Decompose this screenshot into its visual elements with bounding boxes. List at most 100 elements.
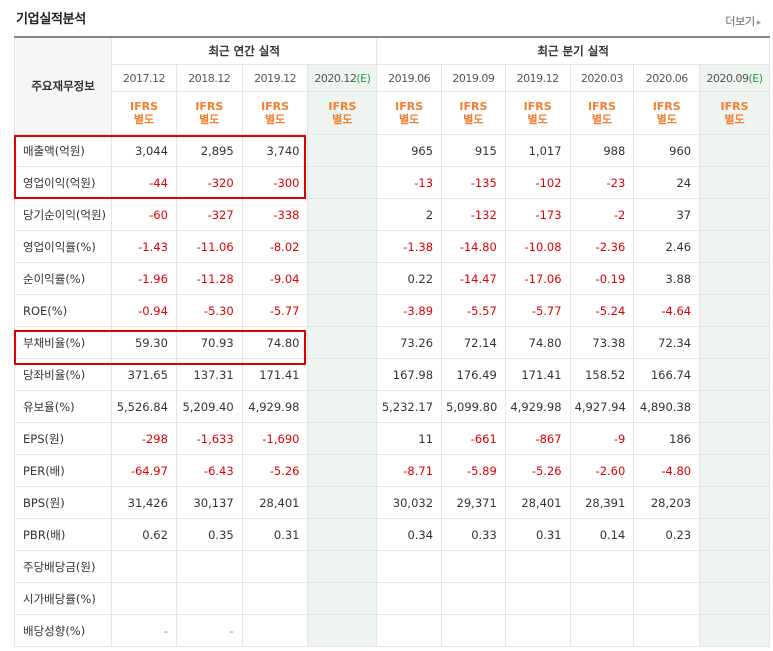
corner-header: 주요재무정보 <box>13 36 113 135</box>
more-link[interactable]: 더보기 ▸ <box>725 13 761 29</box>
table-cell: 5,099.80 <box>441 390 506 423</box>
table-cell: -3.89 <box>376 294 443 327</box>
table-cell: 31,426 <box>111 486 177 519</box>
period-label: 2020.09 <box>706 71 750 85</box>
table-cell: 5,232.17 <box>376 390 443 423</box>
table-cell <box>699 230 770 263</box>
table-cell <box>699 358 770 391</box>
table-cell: -1.96 <box>111 262 177 295</box>
table-cell: 2 <box>376 198 443 231</box>
table-cell <box>175 582 243 615</box>
table-cell: 915 <box>441 134 506 167</box>
period-header: 2019.12 <box>241 64 309 92</box>
section-title: 기업실적분석 <box>16 12 86 27</box>
standard-separate: 별도 <box>527 113 548 126</box>
table-cell: -2 <box>569 198 635 231</box>
table-cell: -2.60 <box>569 454 635 487</box>
table-cell: 5,209.40 <box>175 390 243 423</box>
table-cell: -64.97 <box>111 454 177 487</box>
table-cell <box>307 550 378 583</box>
table-cell <box>699 486 770 519</box>
table-cell <box>376 614 443 647</box>
row-label: 영업이익률(%) <box>13 230 113 263</box>
table-row: ROE(%) -0.94 -5.30 -5.77 -3.89 -5.57 -5.77 -5.2… <box>13 294 770 327</box>
table-cell: -5.26 <box>241 454 309 487</box>
table-cell: 37 <box>633 198 701 231</box>
standard-ifrs: IFRS <box>395 100 424 113</box>
table-cell: -0.94 <box>111 294 177 327</box>
period-label: 2018.12 <box>188 71 231 85</box>
table-cell <box>699 614 770 647</box>
table-cell <box>569 550 635 583</box>
table-cell: 29,371 <box>441 486 506 519</box>
table-cell: -5.26 <box>504 454 571 487</box>
table-cell: -9 <box>569 422 635 455</box>
table-cell <box>441 614 506 647</box>
period-header: 2018.12 <box>175 64 243 92</box>
row-label: EPS(원) <box>13 422 113 455</box>
table-cell: -338 <box>241 198 309 231</box>
standard-separate: 별도 <box>591 113 613 126</box>
table-cell: 2.46 <box>633 230 701 263</box>
table-cell: -867 <box>504 422 571 455</box>
standard-separate: 별도 <box>463 113 484 126</box>
table-cell: 0.62 <box>111 518 177 551</box>
standard-separate: 별도 <box>332 113 353 126</box>
estimate-marker: (E) <box>356 71 371 85</box>
table-cell: 0.22 <box>376 262 443 295</box>
table-cell <box>111 582 177 615</box>
table-row: 영업이익률(%) -1.43 -11.06 -8.02 -1.38 -14.80 -10.0… <box>13 230 770 263</box>
period-label: 2020.12 <box>314 71 357 85</box>
table-cell <box>307 326 378 359</box>
standard-header: IFRS 별도 <box>376 91 443 135</box>
table-cell: 4,890.38 <box>633 390 701 423</box>
standard-ifrs: IFRS <box>459 100 488 113</box>
table-cell: -17.06 <box>504 262 571 295</box>
row-label: 유보율(%) <box>13 390 113 423</box>
quarterly-group-header: 최근 분기 실적 <box>376 36 770 65</box>
table-cell <box>633 614 701 647</box>
highlight-box-debt-ratio <box>14 330 306 365</box>
standard-ifrs: IFRS <box>587 100 616 113</box>
table-cell <box>504 550 571 583</box>
table-cell: 0.33 <box>441 518 506 551</box>
table-cell <box>376 550 443 583</box>
table-cell <box>307 166 378 199</box>
table-cell: -5.24 <box>569 294 635 327</box>
row-label: ROE(%) <box>13 294 113 327</box>
table-cell: -173 <box>504 198 571 231</box>
table-cell: 11 <box>376 422 443 455</box>
table-cell <box>441 550 506 583</box>
table-cell: -4.64 <box>633 294 701 327</box>
table-cell: 4,927.94 <box>569 390 635 423</box>
table-cell <box>699 198 770 231</box>
table-cell <box>307 518 378 551</box>
table-cell: 158.52 <box>569 358 635 391</box>
table-cell <box>699 390 770 423</box>
table-cell: -327 <box>175 198 243 231</box>
table-cell <box>241 582 309 615</box>
period-header: 2020.06 <box>633 64 701 92</box>
table-row: BPS(원) 31,426 30,137 28,401 30,032 29,371 28,4… <box>13 486 770 519</box>
table-cell: 30,137 <box>175 486 243 519</box>
table-cell: - <box>111 614 177 647</box>
period-label: 2020.06 <box>645 71 689 85</box>
table-cell: -5.89 <box>441 454 506 487</box>
row-label: PBR(배) <box>13 518 113 551</box>
table-cell <box>699 326 770 359</box>
table-cell <box>307 198 378 231</box>
standard-separate: 별도 <box>399 113 420 126</box>
table-row: 시가배당률(%) <box>13 582 770 615</box>
standard-ifrs: IFRS <box>652 100 681 113</box>
table-cell: -11.06 <box>175 230 243 263</box>
table-cell: -8.02 <box>241 230 309 263</box>
table-cell <box>504 614 571 647</box>
table-cell: -13 <box>376 166 443 199</box>
row-label: 순이익률(%) <box>13 262 113 295</box>
table-cell <box>307 134 378 167</box>
table-cell: -102 <box>504 166 571 199</box>
standard-header: IFRS 별도 <box>633 91 701 135</box>
standard-ifrs: IFRS <box>261 100 290 113</box>
table-cell: 4,929.98 <box>241 390 309 423</box>
period-header: 2019.09 <box>441 64 506 92</box>
